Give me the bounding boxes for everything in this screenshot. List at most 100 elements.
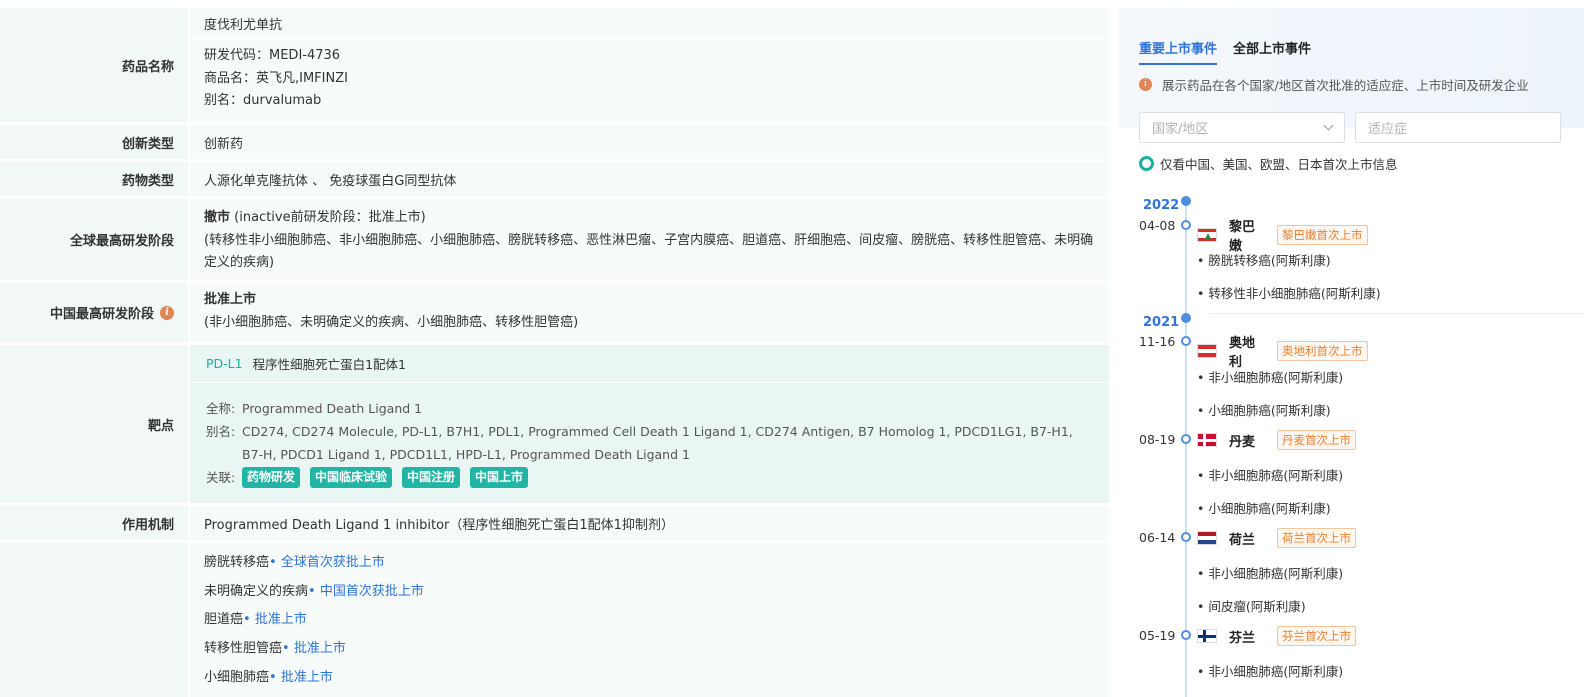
event-header: 丹麦 丹麦首次上市 xyxy=(1197,430,1356,450)
approval-status-link[interactable]: • 全球首次获批上市 xyxy=(269,555,385,570)
value-mechanism: Programmed Death Ligand 1 inhibitor（程序性细… xyxy=(190,506,1109,540)
tag-china-clinical-trial[interactable]: 中国临床试验 xyxy=(310,467,393,488)
label-mechanism: 作用机制 xyxy=(0,506,190,540)
event-indication: • 间皮瘤(阿斯利康) xyxy=(1197,599,1306,614)
target-fullname: Programmed Death Ligand 1 xyxy=(242,401,423,416)
row-mechanism: 作用机制 Programmed Death Ligand 1 inhibitor… xyxy=(0,506,1109,543)
chevron-down-icon xyxy=(1323,120,1334,131)
event-indication: • 膀胱转移癌(阿斯利康) xyxy=(1197,253,1331,268)
finland-flag-icon xyxy=(1197,629,1217,643)
austria-flag-icon xyxy=(1197,344,1217,358)
global-stage-indications: (转移性非小细胞肺癌、非小细胞肺癌、小细胞肺癌、膀胱转移癌、恶性淋巴瘤、子宫内膜… xyxy=(204,232,1094,271)
country-select[interactable]: 国家/地区 xyxy=(1139,112,1345,143)
event-indication: • 小细胞肺癌(阿斯利康) xyxy=(1197,501,1331,516)
event-indication: • 非小细胞肺癌(阿斯利康) xyxy=(1197,468,1344,483)
global-stage-status: 撤市 xyxy=(204,210,231,225)
filter-label: 仅看中国、美国、欧盟、日本首次上市信息 xyxy=(1160,157,1398,172)
event-country: 芬兰 xyxy=(1229,630,1256,646)
year-dot xyxy=(1181,313,1191,323)
approval-item: 小细胞肺癌• 批准上市 xyxy=(204,664,1095,693)
event-dot xyxy=(1181,532,1191,542)
approval-status-link[interactable]: • 批准上市 xyxy=(282,641,346,656)
approval-indication: 小细胞肺癌 xyxy=(204,669,270,685)
row-innovation: 创新类型 创新药 xyxy=(0,125,1109,162)
approval-status-link[interactable]: • 批准上市 xyxy=(269,670,333,685)
tag-drug-research[interactable]: 药物研发 xyxy=(242,467,301,488)
value-drug-name: 度伐利尤单抗 研发代码：MEDI-4736 商品名：英飞凡,IMFINZI 别名… xyxy=(190,8,1109,122)
value-china-stage: 批准上市 (非小细胞肺癌、未明确定义的疾病、小细胞肺癌、转移性胆管癌) xyxy=(190,283,1109,342)
event-header: 奥地利 奥地利首次上市 xyxy=(1197,332,1368,370)
event-dot xyxy=(1181,630,1191,640)
year-label: 2022 xyxy=(1143,198,1180,213)
row-drug-name: 药品名称 度伐利尤单抗 研发代码：MEDI-4736 商品名：英飞凡,IMFIN… xyxy=(0,8,1109,125)
drug-alias: 别名：durvalumab xyxy=(204,93,322,108)
event-date: 11-16 xyxy=(1139,334,1176,349)
event-badge: 芬兰首次上市 xyxy=(1277,626,1356,646)
tab-all-market-events[interactable]: 全部上市事件 xyxy=(1233,38,1311,65)
event-header: 芬兰 芬兰首次上市 xyxy=(1197,626,1356,646)
netherlands-flag-icon xyxy=(1197,531,1217,545)
row-target: 靶点 PD-L1 程序性细胞死亡蛋白1配体1 全称: Programmed Dea… xyxy=(0,345,1109,506)
radio-icon[interactable] xyxy=(1139,156,1154,171)
panel-note: i 展示药品在各个国家/地区首次批准的适应症、上市时间及研发企业 xyxy=(1139,75,1529,94)
event-badge: 黎巴嫩首次上市 xyxy=(1277,225,1368,245)
value-target: PD-L1 程序性细胞死亡蛋白1配体1 全称: Programmed Death … xyxy=(190,345,1109,503)
event-badge: 丹麦首次上市 xyxy=(1277,430,1356,450)
tag-china-market[interactable]: 中国上市 xyxy=(470,467,529,488)
event-country: 奥地利 xyxy=(1229,336,1256,370)
info-icon[interactable]: i xyxy=(160,305,174,320)
value-innovation: 创新药 xyxy=(190,125,1109,159)
event-header: 黎巴嫩 黎巴嫩首次上市 xyxy=(1197,216,1368,254)
tab-key-market-events[interactable]: 重要上市事件 xyxy=(1139,38,1218,65)
value-drug-type: 人源化单克隆抗体 、 免疫球蛋白G同型抗体 xyxy=(190,162,1109,196)
approval-item: 转移性胆管癌• 批准上市 xyxy=(204,635,1095,664)
approval-indication: 胆道癌 xyxy=(204,612,244,628)
event-dot xyxy=(1181,434,1191,444)
panel-note-text: 展示药品在各个国家/地区首次批准的适应症、上市时间及研发企业 xyxy=(1162,78,1529,93)
target-related-key: 关联: xyxy=(206,470,236,485)
event-date: 08-19 xyxy=(1139,432,1176,447)
event-country: 丹麦 xyxy=(1229,434,1256,450)
event-indication: • 非小细胞肺癌(阿斯利康) xyxy=(1197,664,1344,679)
approval-item: 膀胱转移癌• 全球首次获批上市 xyxy=(204,549,1095,578)
label-drug-name: 药品名称 xyxy=(0,8,190,122)
target-name: 程序性细胞死亡蛋白1配体1 xyxy=(252,357,407,372)
event-indication: • 转移性非小细胞肺癌(阿斯利康) xyxy=(1197,286,1381,301)
event-date: 06-14 xyxy=(1139,530,1176,545)
drug-code: 研发代码：MEDI-4736 xyxy=(204,48,341,63)
target-code-link[interactable]: PD-L1 xyxy=(206,356,243,371)
label-approvals xyxy=(0,543,190,697)
row-global-stage: 全球最高研发阶段 撤市 (inactive前研发阶段：批准上市) (转移性非小细… xyxy=(0,199,1109,283)
event-indication: • 非小细胞肺癌(阿斯利康) xyxy=(1197,370,1344,385)
approval-indication: 未明确定义的疾病 xyxy=(204,583,309,599)
china-stage-indications: (非小细胞肺癌、未明确定义的疾病、小细胞肺癌、转移性胆管癌) xyxy=(204,314,579,330)
year-label: 2021 xyxy=(1143,315,1180,330)
approval-status-link[interactable]: • 中国首次获批上市 xyxy=(308,584,424,599)
event-country: 荷兰 xyxy=(1229,532,1256,548)
drug-info-table: 药品名称 度伐利尤单抗 研发代码：MEDI-4736 商品名：英飞凡,IMFIN… xyxy=(0,8,1109,697)
value-approvals: 膀胱转移癌• 全球首次获批上市 未明确定义的疾病• 中国首次获批上市 胆道癌• … xyxy=(190,543,1109,697)
event-dot xyxy=(1181,336,1191,346)
label-drug-type: 药物类型 xyxy=(0,162,190,196)
label-global-stage: 全球最高研发阶段 xyxy=(0,199,190,280)
event-date: 04-08 xyxy=(1139,218,1176,233)
row-drug-type: 药物类型 人源化单克隆抗体 、 免疫球蛋白G同型抗体 xyxy=(0,162,1109,199)
event-date: 05-19 xyxy=(1139,628,1176,643)
value-global-stage: 撤市 (inactive前研发阶段：批准上市) (转移性非小细胞肺癌、非小细胞肺… xyxy=(190,199,1109,280)
event-indication: • 小细胞肺癌(阿斯利康) xyxy=(1197,403,1331,418)
tag-china-registration[interactable]: 中国注册 xyxy=(402,467,461,488)
drug-trade-name: 商品名：英飞凡,IMFINZI xyxy=(204,70,348,86)
approval-indication: 膀胱转移癌 xyxy=(204,555,270,570)
china-stage-status: 批准上市 xyxy=(204,292,257,307)
label-target: 靶点 xyxy=(0,345,190,503)
market-tabs: 重要上市事件 全部上市事件 xyxy=(1139,38,1311,65)
indication-input[interactable]: 适应症 xyxy=(1355,112,1561,143)
event-indication: • 非小细胞肺癌(阿斯利康) xyxy=(1197,566,1344,581)
year-dot xyxy=(1181,196,1191,206)
major-markets-filter[interactable]: 仅看中国、美国、欧盟、日本首次上市信息 xyxy=(1139,154,1398,173)
approval-status-link[interactable]: • 批准上市 xyxy=(243,612,307,627)
row-china-stage: 中国最高研发阶段 i 批准上市 (非小细胞肺癌、未明确定义的疾病、小细胞肺癌、转移… xyxy=(0,283,1109,345)
event-dot xyxy=(1181,220,1191,230)
event-country: 黎巴嫩 xyxy=(1229,220,1256,254)
event-badge: 奥地利首次上市 xyxy=(1277,341,1368,361)
